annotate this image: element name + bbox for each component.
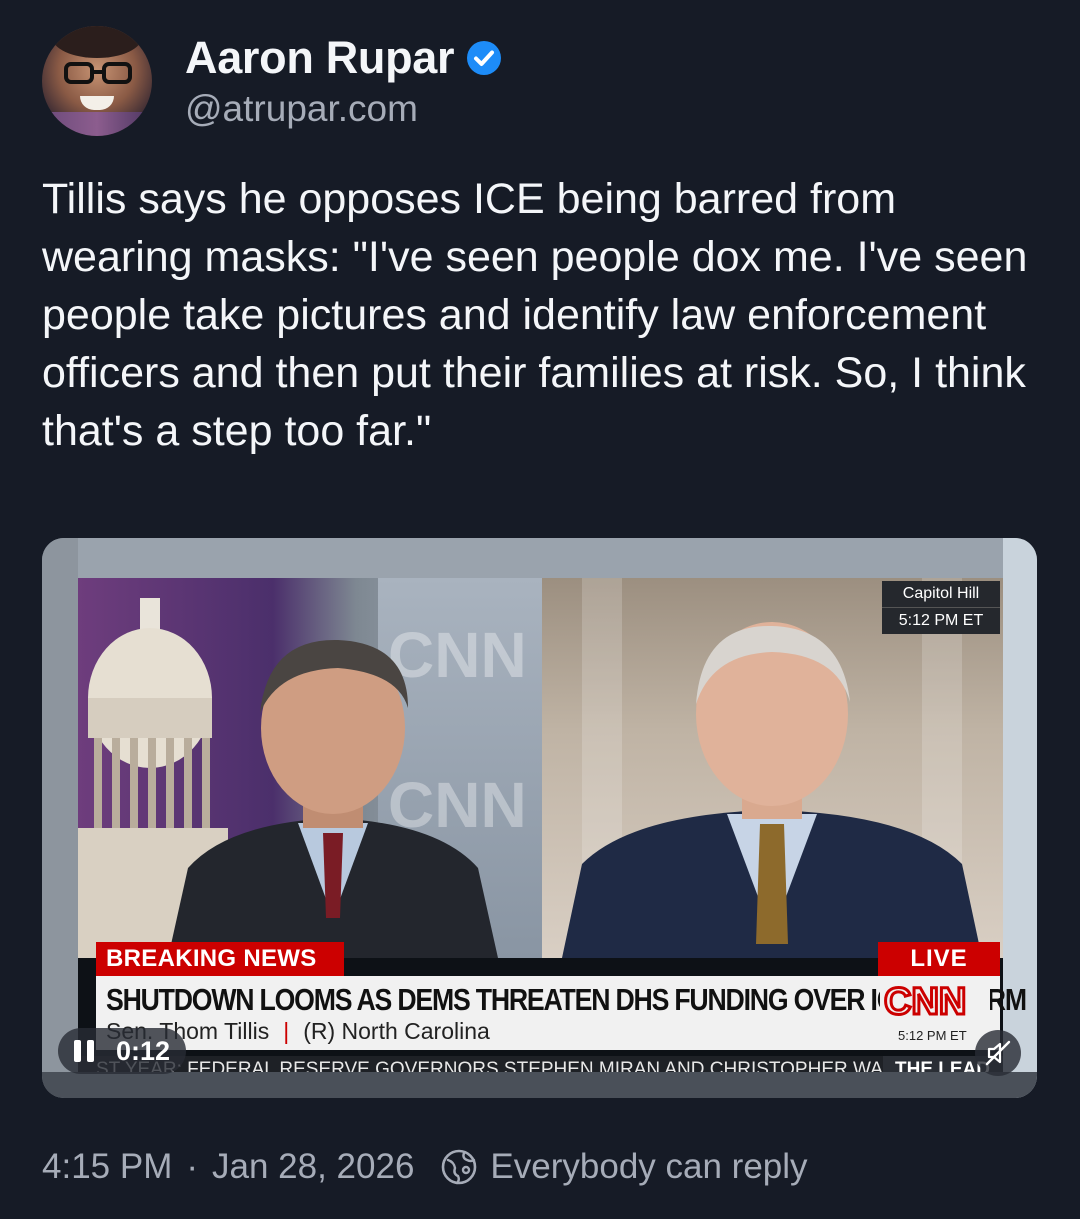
lower-third-time: 5:12 PM ET	[898, 1028, 967, 1043]
author-row: Aaron Rupar	[185, 32, 502, 84]
post-text: Tillis says he opposes ICE being barred …	[42, 175, 1028, 455]
globe-icon	[442, 1149, 477, 1185]
video-frame-left	[42, 538, 78, 1098]
live-label: LIVE	[878, 942, 1000, 976]
anchor-figure	[168, 639, 498, 958]
guest-panel	[542, 578, 1003, 958]
location-time: 5:12 PM ET	[882, 607, 1000, 634]
post-footer: 4:15 PM · Jan 28, 2026 Everybody can rep…	[42, 1145, 808, 1189]
avatar-hair	[52, 26, 142, 58]
playback-time: 0:12	[116, 1035, 171, 1066]
mute-button[interactable]	[975, 1030, 1021, 1076]
post-date[interactable]: Jan 28, 2026	[212, 1147, 414, 1187]
guest-detail: (R) North Carolina	[303, 1018, 490, 1044]
anchor-panel: CNN CNN	[78, 578, 542, 958]
video-player[interactable]: CNN CNN Capitol Hill 5:12 PM ET BREAKING…	[42, 538, 1037, 1098]
location-box: Capitol Hill 5:12 PM ET	[882, 581, 1000, 634]
breaking-news-label: BREAKING NEWS	[96, 942, 344, 976]
post-card: Aaron Rupar @atrupar.com Tillis says he …	[0, 0, 1080, 1219]
avatar-shirt	[42, 112, 152, 136]
cnn-logo-icon: CNN	[880, 980, 990, 1020]
playback-controls[interactable]: 0:12	[58, 1028, 187, 1074]
avatar-smile	[80, 96, 114, 110]
verified-badge-icon	[467, 41, 502, 75]
avatar[interactable]	[42, 26, 152, 136]
lower-third: SHUTDOWN LOOMS AS DEMS THREATEN DHS FUND…	[96, 976, 1027, 1050]
pause-icon[interactable]	[74, 1040, 94, 1062]
video-frame-bottom	[42, 1072, 1037, 1098]
mute-icon	[985, 1040, 1011, 1066]
separator-dot: ·	[186, 1147, 199, 1186]
cnn-logo-text: CNN	[884, 981, 966, 1020]
author-handle[interactable]: @atrupar.com	[185, 88, 418, 130]
author-name[interactable]: Aaron Rupar	[185, 32, 455, 84]
avatar-glasses	[64, 62, 132, 84]
guest-figure	[562, 622, 982, 958]
reply-setting[interactable]: Everybody can reply	[490, 1147, 807, 1187]
post-time[interactable]: 4:15 PM	[42, 1147, 172, 1187]
chyron-separator: |	[283, 1018, 290, 1044]
location-label: Capitol Hill	[902, 585, 980, 602]
video-frame-top	[42, 538, 1037, 578]
